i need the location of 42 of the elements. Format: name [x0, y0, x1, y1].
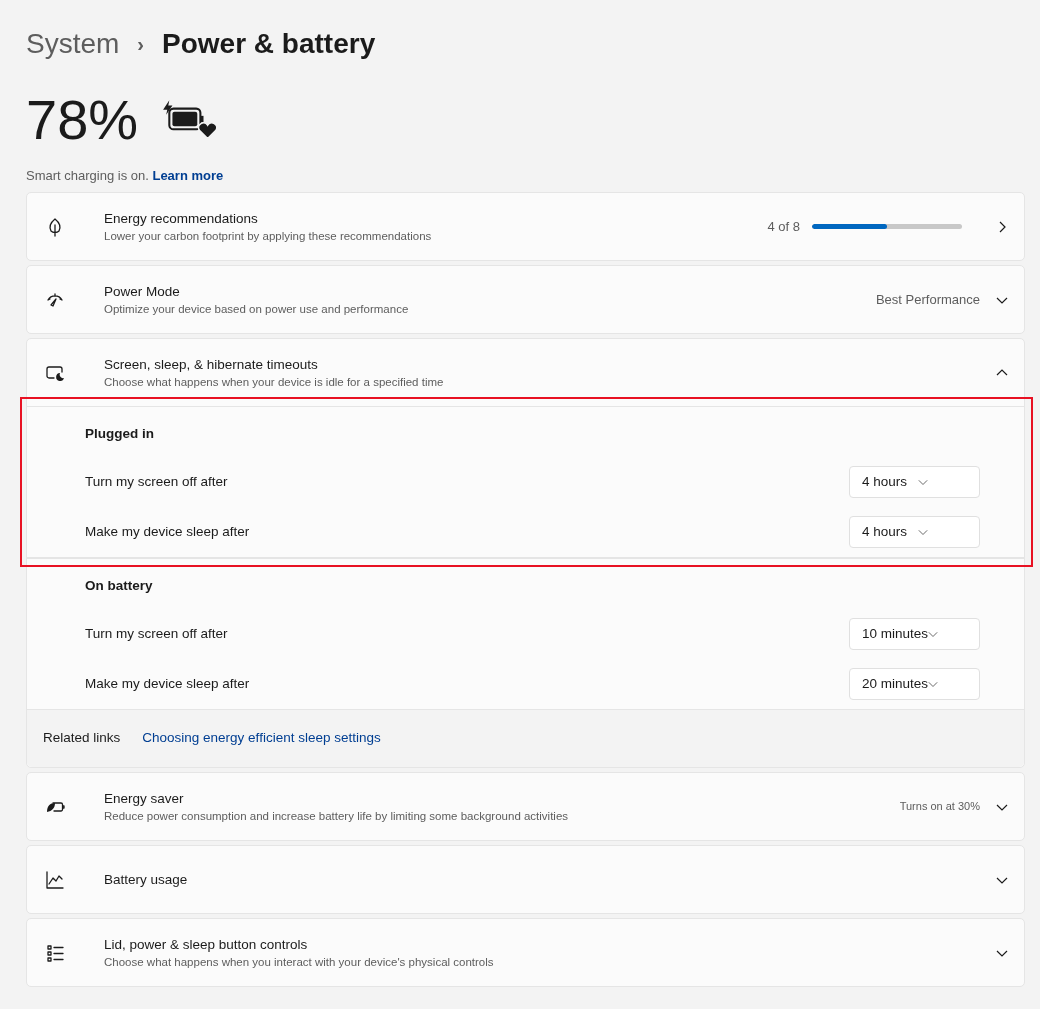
timeout-dropdown[interactable]: 20 minutes	[849, 668, 980, 700]
page-title: Power & battery	[162, 27, 376, 61]
chevron-down-icon	[928, 679, 939, 689]
related-links-label: Related links	[43, 729, 121, 748]
timeout-dropdown[interactable]: 10 minutes	[849, 618, 980, 650]
setting-title: Lid, power & sleep button controls	[104, 935, 309, 954]
setting-title: Power Mode	[104, 282, 181, 301]
smart-charging-text: Smart charging is on. Learn more	[26, 167, 225, 185]
timeout-dropdown[interactable]: 4 hours	[849, 466, 980, 498]
section-heading: On battery	[85, 576, 154, 595]
timeout-dropdown[interactable]: 4 hours	[849, 516, 980, 548]
progress-count: 4 of 8	[767, 217, 800, 236]
settings-card[interactable]: Power Mode Optimize your device based on power use and performance Best Performance	[26, 265, 1025, 334]
setting-description: Optimize your device based on power use and performance	[104, 301, 410, 317]
breadcrumb-link[interactable]: System	[26, 26, 120, 62]
breadcrumb-separator: ›	[137, 32, 145, 57]
settings-card[interactable]: Battery usage	[26, 845, 1025, 914]
list-icon	[45, 942, 65, 963]
battery-percent: 78%	[26, 92, 139, 148]
settings-card[interactable]: Lid, power & sleep button controls Choose what happens when you interact with your device's physical controls	[26, 918, 1025, 987]
chevron-down-icon	[918, 477, 928, 487]
setting-title: Energy recommendations	[104, 209, 259, 228]
setting-title: Screen, sleep, & hibernate timeouts	[104, 355, 319, 374]
setting-label: Turn my screen off after	[85, 472, 228, 491]
line-chart-icon	[45, 869, 65, 890]
section-heading: Plugged in	[85, 424, 155, 443]
learn-more-link[interactable]: Learn more	[152, 168, 224, 183]
status-text: Turns on at 30%	[899, 799, 980, 815]
setting-label: Turn my screen off after	[85, 624, 228, 643]
setting-description: Reduce power consumption and increase battery life by limiting some background activities	[104, 808, 570, 824]
settings-card[interactable]: Energy saver Reduce power consumption and increase battery life by limiting some background activities Turns on at 30%	[26, 772, 1025, 841]
chevron-down-icon	[928, 629, 939, 639]
setting-title: Energy saver	[104, 789, 185, 808]
setting-description: Choose what happens when you interact with your device's physical controls	[104, 954, 495, 970]
setting-description: Choose what happens when your device is idle for a specified time	[104, 374, 445, 390]
chevron-down-icon	[918, 527, 928, 537]
setting-description: Lower your carbon footprint by applying these recommendations	[104, 228, 433, 244]
current-value: Best Performance	[875, 290, 980, 309]
setting-title: Battery usage	[104, 870, 189, 889]
setting-label: Make my device sleep after	[85, 522, 250, 541]
related-link[interactable]: Choosing energy efficient sleep settings	[142, 728, 381, 749]
setting-label: Make my device sleep after	[85, 674, 250, 693]
